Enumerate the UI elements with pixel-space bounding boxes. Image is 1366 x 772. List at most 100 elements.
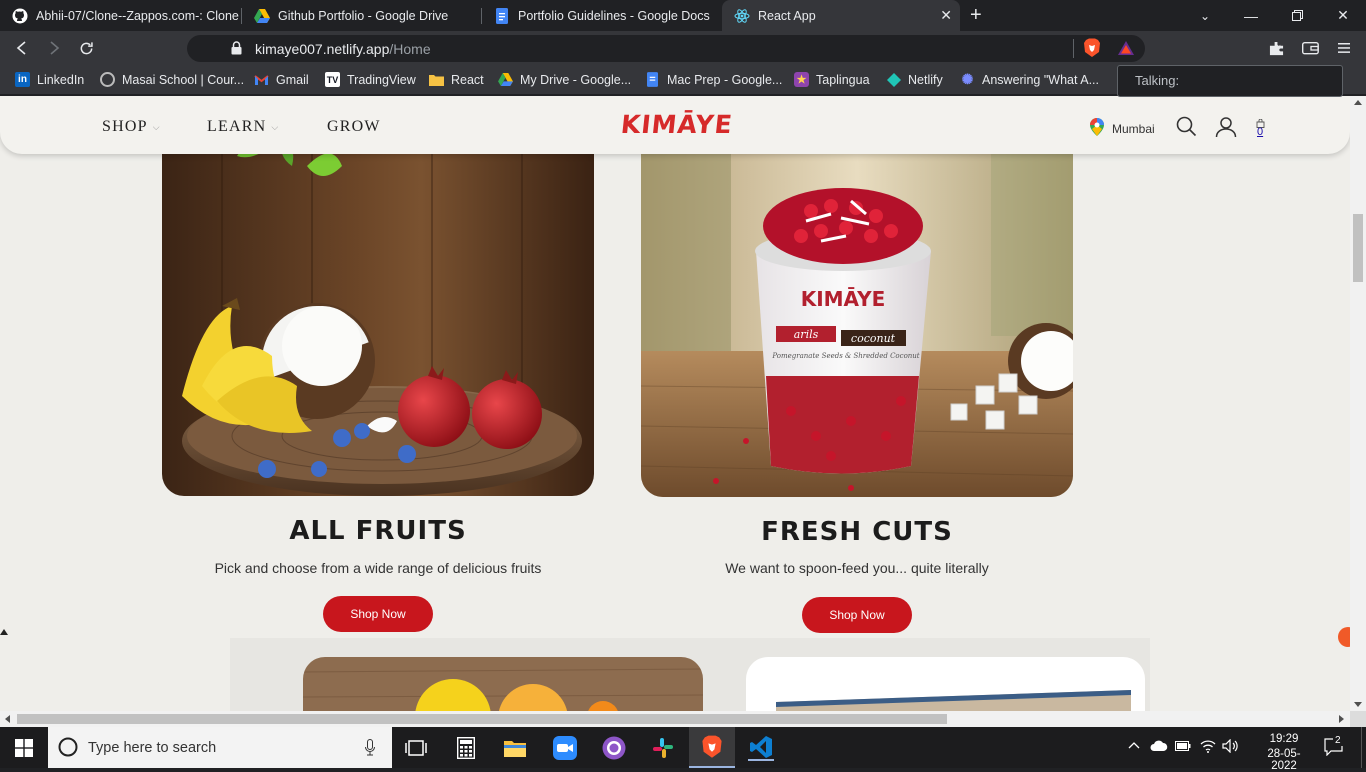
- taskbar-active-app[interactable]: [689, 727, 735, 768]
- close-icon[interactable]: ✕: [940, 7, 952, 24]
- tab-react-app[interactable]: React App ✕: [722, 0, 960, 31]
- tradingview-icon: TV: [325, 72, 340, 87]
- tab-search-icon[interactable]: ⌄: [1182, 0, 1228, 31]
- chevron-down-icon: ⌵: [152, 121, 161, 132]
- horizontal-scrollbar[interactable]: [0, 711, 1350, 727]
- task-view-icon[interactable]: [403, 735, 429, 761]
- browser-toolbar: kimaye007.netlify.app/Home: [0, 31, 1366, 65]
- brave-rewards-icon[interactable]: [1117, 40, 1135, 61]
- notification-count: 2: [1333, 735, 1343, 746]
- brave-icon: [701, 735, 723, 764]
- chat-widget-icon[interactable]: [1338, 627, 1350, 647]
- restore-icon[interactable]: [1274, 0, 1320, 31]
- nav-learn[interactable]: LEARN ⌵: [207, 118, 279, 136]
- account-icon[interactable]: [1215, 116, 1237, 143]
- tray-chevron-up-icon[interactable]: [1128, 740, 1140, 752]
- talking-popup: Talking:: [1117, 65, 1343, 97]
- bookmark-netlify[interactable]: Netlify: [886, 72, 943, 87]
- site-header: SHOP ⌵ LEARN ⌵ GROW KIMĀYE Mumbai 0: [0, 96, 1350, 154]
- volume-icon[interactable]: [1222, 738, 1240, 756]
- star-icon: ★: [794, 72, 809, 87]
- google-docs-icon: [645, 72, 660, 87]
- menu-icon[interactable]: [1332, 37, 1356, 59]
- nav-grow[interactable]: GROW: [327, 118, 381, 136]
- slack-icon[interactable]: [650, 735, 676, 761]
- bookmark-gmail[interactable]: Gmail: [254, 72, 309, 87]
- tab-github[interactable]: Abhii-07/Clone--Zappos.com-: Clone o: [0, 0, 242, 31]
- bookmark-answering[interactable]: ✺ Answering "What A...: [960, 71, 1099, 87]
- wallet-icon[interactable]: [1298, 37, 1322, 59]
- minimize-icon[interactable]: —: [1228, 0, 1274, 31]
- wifi-icon[interactable]: [1200, 739, 1216, 756]
- brave-shield-icon[interactable]: [1083, 38, 1101, 63]
- cup-arils-label: arils: [794, 328, 819, 341]
- product-box-image[interactable]: [746, 657, 1145, 711]
- clock-time: 19:29: [1269, 733, 1299, 745]
- bookmark-react-folder[interactable]: React: [429, 72, 484, 87]
- battery-icon[interactable]: [1175, 741, 1191, 754]
- calculator-icon[interactable]: [453, 735, 479, 761]
- vertical-scrollbar[interactable]: [1350, 96, 1366, 711]
- cup-sub-label: Pomegranate Seeds & Shredded Coconut: [771, 352, 919, 360]
- tab-title: Github Portfolio - Google Drive: [278, 8, 449, 23]
- window-close-icon[interactable]: ✕: [1320, 0, 1366, 31]
- chevron-down-icon: ⌵: [271, 121, 280, 132]
- bookmark-tradingview[interactable]: TV TradingView: [325, 72, 416, 87]
- lock-icon: [231, 41, 242, 60]
- clock-date: 28-05-2022: [1267, 748, 1301, 772]
- tab-google-drive[interactable]: Github Portfolio - Google Drive: [242, 0, 482, 31]
- taskbar-search[interactable]: Type here to search: [48, 727, 392, 768]
- reload-button[interactable]: [74, 37, 98, 59]
- onedrive-icon[interactable]: [1150, 740, 1168, 755]
- scroll-indicator-icon: [0, 629, 8, 635]
- tab-google-docs[interactable]: Portfolio Guidelines - Google Docs: [482, 0, 722, 31]
- zoom-icon[interactable]: [552, 735, 578, 761]
- bookmark-linkedin[interactable]: in LinkedIn: [15, 72, 84, 87]
- gmail-icon: [254, 72, 269, 87]
- citrus-image[interactable]: [303, 657, 703, 711]
- card-title: FRESH CUTS: [761, 517, 953, 547]
- github-icon: [12, 8, 28, 24]
- clock[interactable]: 19:29 28-05-2022: [1261, 733, 1307, 772]
- bookmark-masai[interactable]: Masai School | Cour...: [100, 72, 244, 87]
- notification-center-icon[interactable]: 2: [1324, 735, 1344, 759]
- react-icon: [734, 8, 750, 24]
- show-desktop-button[interactable]: [1361, 727, 1366, 768]
- nav-shop[interactable]: SHOP ⌵: [102, 118, 161, 136]
- forward-button[interactable]: [42, 37, 66, 59]
- github-desktop-icon[interactable]: [601, 735, 627, 761]
- url-text: kimaye007.netlify.app/Home: [255, 41, 431, 57]
- site-logo[interactable]: KIMĀYE: [619, 110, 734, 139]
- shop-now-button[interactable]: Shop Now: [323, 596, 433, 632]
- bookmark-taplingua[interactable]: ★ Taplingua: [794, 72, 870, 87]
- new-tab-button[interactable]: +: [970, 4, 982, 27]
- masai-icon: [100, 72, 115, 87]
- address-bar[interactable]: kimaye007.netlify.app/Home: [187, 35, 1145, 62]
- cortana-icon: [58, 737, 78, 762]
- location-selector[interactable]: Mumbai: [1090, 118, 1155, 139]
- all-fruits-image[interactable]: [162, 136, 594, 496]
- netlify-icon: [886, 72, 901, 87]
- tab-title: Abhii-07/Clone--Zappos.com-: Clone o: [36, 8, 242, 23]
- google-docs-icon: [494, 7, 510, 24]
- search-icon[interactable]: [1176, 116, 1197, 142]
- file-explorer-icon[interactable]: [502, 735, 528, 761]
- back-button[interactable]: [10, 37, 34, 59]
- vscode-icon[interactable]: [748, 735, 774, 761]
- map-pin-icon: [1090, 118, 1104, 139]
- bookmark-mac-prep[interactable]: Mac Prep - Google...: [645, 72, 782, 87]
- fresh-cuts-image[interactable]: KIMĀYE arils coconut Pomegranate Seeds &…: [641, 136, 1073, 497]
- page-viewport: SHOP ⌵ LEARN ⌵ GROW KIMĀYE Mumbai 0 KIMĀ…: [0, 96, 1350, 711]
- cart-count[interactable]: 0: [1257, 126, 1263, 138]
- windows-taskbar: Type here to search 19:29 28-05-2022 2: [0, 727, 1366, 772]
- cup-brand-label: KIMĀYE: [801, 287, 886, 311]
- card-title: ALL FRUITS: [289, 516, 467, 546]
- extensions-icon[interactable]: [1264, 37, 1288, 59]
- shop-now-button[interactable]: Shop Now: [802, 597, 912, 633]
- bookmark-my-drive[interactable]: My Drive - Google...: [498, 72, 631, 87]
- vertical-scroll-thumb[interactable]: [1353, 214, 1363, 282]
- windows-start-icon[interactable]: [11, 735, 37, 761]
- microphone-icon[interactable]: [365, 739, 375, 761]
- scrollbar-corner: [1350, 711, 1366, 727]
- horizontal-scroll-thumb[interactable]: [17, 714, 947, 724]
